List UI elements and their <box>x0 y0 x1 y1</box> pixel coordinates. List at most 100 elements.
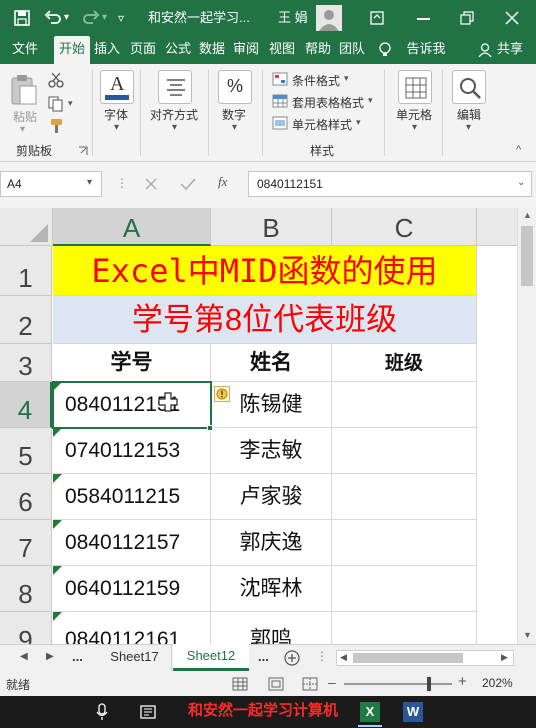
restore-icon[interactable] <box>460 11 474 25</box>
cell-a8[interactable]: 0640112159 <box>53 566 211 612</box>
header-name[interactable]: 姓名 <box>211 344 332 382</box>
scroll-up-icon[interactable]: ▲ <box>523 210 532 220</box>
zoom-in-icon[interactable]: + <box>458 673 467 690</box>
select-all-corner[interactable] <box>0 208 53 246</box>
cell-c7[interactable] <box>332 520 477 566</box>
copy-dropdown-icon[interactable]: ▾ <box>68 98 73 109</box>
formula-input[interactable]: 0840112151 <box>257 177 323 191</box>
row-header-4[interactable]: 4 <box>0 382 52 428</box>
cell-c6[interactable] <box>332 474 477 520</box>
column-header-c[interactable]: C <box>332 208 477 246</box>
microphone-icon[interactable] <box>96 703 108 721</box>
paste-icon[interactable] <box>10 74 38 106</box>
cells-dropdown-icon[interactable]: ▾ <box>412 122 417 133</box>
tell-me-search[interactable]: 告诉我 <box>402 36 450 64</box>
undo-icon[interactable] <box>44 10 62 26</box>
add-sheet-icon[interactable] <box>284 650 300 666</box>
cell-c4[interactable] <box>332 382 477 428</box>
horizontal-scrollbar[interactable]: ◀ ▶ <box>336 650 514 666</box>
fill-handle[interactable] <box>207 425 213 431</box>
row-header-7[interactable]: 7 <box>0 520 52 566</box>
insert-function-icon[interactable]: fx <box>218 174 227 190</box>
undo-dropdown-icon[interactable]: ▾ <box>64 0 69 36</box>
tab-file[interactable]: 文件 <box>4 36 46 64</box>
ribbon-display-options-icon[interactable] <box>370 11 384 25</box>
number-dropdown-icon[interactable]: ▾ <box>232 122 237 133</box>
copy-icon[interactable] <box>48 96 66 112</box>
tab-home[interactable]: 开始 <box>54 36 90 64</box>
normal-view-icon[interactable] <box>232 677 248 691</box>
cell-b7[interactable]: 郭庆逸 <box>211 520 332 566</box>
cell-styles-button[interactable]: 单元格样式 <box>292 116 352 133</box>
page-layout-view-icon[interactable] <box>268 677 284 691</box>
split-grip-icon[interactable]: ⋮ <box>316 649 328 663</box>
error-warning-icon[interactable] <box>214 386 230 402</box>
subtitle-banner-cell[interactable]: 学号第8位代表班级 <box>53 296 477 344</box>
quick-access-customize-icon[interactable]: ▿ <box>118 0 124 36</box>
zoom-out-icon[interactable]: – <box>328 674 336 690</box>
row-header-3[interactable]: 3 <box>0 344 52 382</box>
column-header-b[interactable]: B <box>211 208 332 246</box>
task-view-icon[interactable] <box>140 705 156 719</box>
minimize-icon[interactable] <box>417 18 430 20</box>
cell-styles-dropdown-icon[interactable]: ▾ <box>356 117 361 128</box>
clipboard-launcher-icon[interactable] <box>78 146 88 156</box>
cell-a6[interactable]: 0584011215 <box>53 474 211 520</box>
tab-insert[interactable]: 插入 <box>91 36 123 64</box>
format-as-table-button[interactable]: 套用表格格式 <box>292 94 364 111</box>
vertical-scrollbar[interactable]: ▲ ▼ <box>517 208 536 644</box>
tab-data[interactable]: 数据 <box>196 36 228 64</box>
redo-dropdown-icon[interactable]: ▾ <box>102 0 107 36</box>
name-box-dropdown-icon[interactable]: ▾ <box>87 177 92 188</box>
editing-group-button[interactable] <box>452 70 486 104</box>
cell-c8[interactable] <box>332 566 477 612</box>
zoom-slider[interactable] <box>344 683 452 685</box>
more-sheets-left[interactable]: ... <box>72 649 83 664</box>
number-group-button[interactable]: % <box>218 70 252 104</box>
cell-a5[interactable]: 0740112153 <box>53 428 211 474</box>
page-break-view-icon[interactable] <box>302 677 318 691</box>
tab-view[interactable]: 视图 <box>266 36 298 64</box>
cell-a7[interactable]: 0840112157 <box>53 520 211 566</box>
row-header-5[interactable]: 5 <box>0 428 52 474</box>
zoom-level[interactable]: 202% <box>482 676 513 690</box>
row-header-1[interactable]: 1 <box>0 246 52 296</box>
cell-b9[interactable]: 郭鸣 <box>211 612 332 644</box>
header-class[interactable]: 班级 <box>332 344 477 382</box>
column-header-a[interactable]: A <box>53 208 211 246</box>
expand-formula-bar-icon[interactable]: ⌄ <box>517 177 525 188</box>
tab-team[interactable]: 团队 <box>336 36 368 64</box>
share-button[interactable]: 共享 <box>494 36 526 64</box>
zoom-slider-thumb[interactable] <box>427 677 431 691</box>
cell-c9[interactable] <box>332 612 477 644</box>
user-name[interactable]: 王 娟 <box>278 0 308 36</box>
cell-a9[interactable]: 0840112161 <box>53 612 211 644</box>
font-group-button[interactable]: A <box>100 70 134 104</box>
excel-taskbar-icon[interactable]: X <box>360 702 380 722</box>
title-banner-cell[interactable]: Excel中MID函数的使用 <box>53 246 477 296</box>
paste-label[interactable]: 粘贴 <box>13 108 37 125</box>
tab-page-layout[interactable]: 页面 <box>126 36 160 64</box>
cancel-entry-icon[interactable] <box>144 177 158 191</box>
next-sheet-icon[interactable]: ▶ <box>46 651 54 662</box>
cell-b6[interactable]: 卢家骏 <box>211 474 332 520</box>
cell-b5[interactable]: 李志敏 <box>211 428 332 474</box>
cut-icon[interactable] <box>48 72 64 88</box>
cell-b8[interactable]: 沈晖林 <box>211 566 332 612</box>
avatar[interactable] <box>316 5 342 31</box>
conditional-format-button[interactable]: 条件格式 <box>292 72 340 89</box>
row-header-6[interactable]: 6 <box>0 474 52 520</box>
save-icon[interactable] <box>14 10 30 26</box>
editing-dropdown-icon[interactable]: ▾ <box>466 122 471 133</box>
font-dropdown-icon[interactable]: ▾ <box>114 122 119 133</box>
tab-help[interactable]: 帮助 <box>302 36 334 64</box>
row-header-9[interactable]: 9 <box>0 612 52 655</box>
row-header-8[interactable]: 8 <box>0 566 52 612</box>
name-box[interactable]: A4 <box>7 177 22 191</box>
confirm-entry-icon[interactable] <box>180 177 196 191</box>
conditional-format-dropdown-icon[interactable]: ▾ <box>344 73 349 84</box>
more-sheets-right[interactable]: ... <box>258 649 269 664</box>
alignment-group-button[interactable] <box>158 70 192 104</box>
paste-dropdown-icon[interactable]: ▾ <box>20 124 25 135</box>
alignment-dropdown-icon[interactable]: ▾ <box>172 122 177 133</box>
